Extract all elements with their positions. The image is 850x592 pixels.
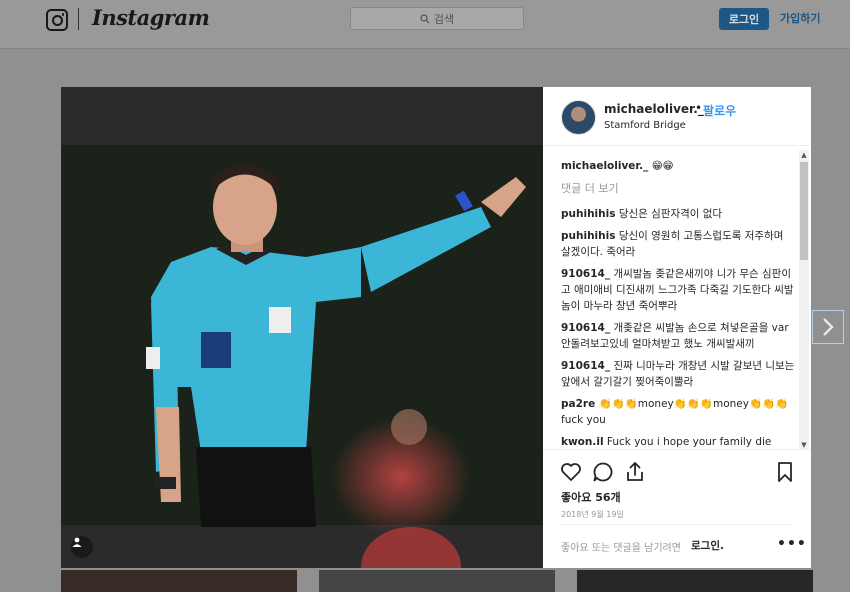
comment-text: 당신은 심판자격이 없다 — [618, 208, 723, 220]
post-date: 2018년 9월 19일 — [561, 510, 624, 519]
comments-list[interactable]: michaeloliver._ 😁😁 댓글 더 보기 puhihihis 당신은… — [543, 146, 799, 449]
comment-username[interactable]: 910614_ — [561, 268, 610, 280]
list-item: puhihihis 당신이 영원히 고통스럽도록 저주하며 살겠이다. 죽어라 — [561, 228, 799, 260]
chevron-right-icon — [823, 318, 834, 336]
more-options-button[interactable]: ••• — [777, 536, 807, 552]
comment-username[interactable]: puhihihis — [561, 208, 615, 220]
separator-dot: • — [695, 101, 703, 115]
heart-icon[interactable] — [559, 460, 583, 484]
list-item: 910614_ 진짜 니마누라 개창년 시발 갈보년 니보는앞에서 갈기갈기 찢… — [561, 358, 799, 390]
caption: michaeloliver._ 😁😁 — [561, 158, 799, 174]
load-more-comments[interactable]: 댓글 더 보기 — [561, 180, 799, 196]
scroll-up-arrow-icon[interactable]: ▲ — [799, 150, 809, 160]
login-link[interactable]: 로그인. — [691, 538, 724, 553]
post-sidebar: michaeloliver._ • 팔로우 Stamford Bridge mi… — [543, 87, 811, 568]
follow-button[interactable]: 팔로우 — [703, 102, 736, 119]
comment-username[interactable]: 910614_ — [561, 360, 610, 372]
share-icon[interactable] — [623, 460, 647, 484]
like-count[interactable]: 좋아요 56개 — [561, 489, 621, 505]
comments-scrollbar[interactable]: ▲ ▼ — [799, 150, 809, 450]
caption-username[interactable]: michaeloliver._ — [561, 160, 648, 172]
user-icon — [72, 537, 82, 547]
divider — [561, 524, 793, 525]
location-link[interactable]: Stamford Bridge — [604, 120, 686, 131]
comment-text: 👏👏👏money👏👏👏money👏👏👏 fuck you — [561, 398, 789, 426]
user-tags-button[interactable] — [71, 536, 93, 558]
referee-photo-illustration — [61, 87, 543, 568]
comment-username[interactable]: 910614_ — [561, 322, 610, 334]
bookmark-icon[interactable] — [773, 460, 797, 484]
username-link[interactable]: michaeloliver._ — [604, 102, 704, 116]
next-post-button[interactable] — [812, 310, 844, 344]
post-photo[interactable] — [61, 87, 543, 568]
post-actions: 좋아요 56개 2018년 9월 19일 좋아요 또는 댓글을 남기려면 로그인… — [543, 449, 811, 569]
list-item: puhihihis 당신은 심판자격이 없다 — [561, 206, 799, 222]
post-modal: michaeloliver._ • 팔로우 Stamford Bridge mi… — [61, 87, 811, 568]
post-header: michaeloliver._ • 팔로우 Stamford Bridge — [543, 87, 811, 146]
list-item: 910614_ 개씨발놈 좆같은새끼야 니가 무슨 심판이고 애미애비 디진새끼… — [561, 266, 799, 314]
list-item: pa2re 👏👏👏money👏👏👏money👏👏👏 fuck you — [561, 396, 799, 428]
avatar[interactable] — [561, 100, 596, 135]
comment-username[interactable]: puhihihis — [561, 230, 615, 242]
comment-username[interactable]: pa2re — [561, 398, 595, 410]
list-item: kwon.il Fuck you i hope your family die — [561, 434, 799, 449]
list-item: 910614_ 개좆같은 씨발놈 손으로 쳐넣은골을 var 안돌려보고있네 얼… — [561, 320, 799, 352]
comment-username[interactable]: kwon.il — [561, 436, 604, 448]
scrollbar-thumb[interactable] — [800, 162, 808, 260]
caption-text: 😁😁 — [651, 160, 674, 172]
comment-icon[interactable] — [591, 460, 615, 484]
login-prompt-text: 좋아요 또는 댓글을 남기려면 — [561, 543, 681, 554]
comment-text: Fuck you i hope your family die — [606, 436, 772, 448]
